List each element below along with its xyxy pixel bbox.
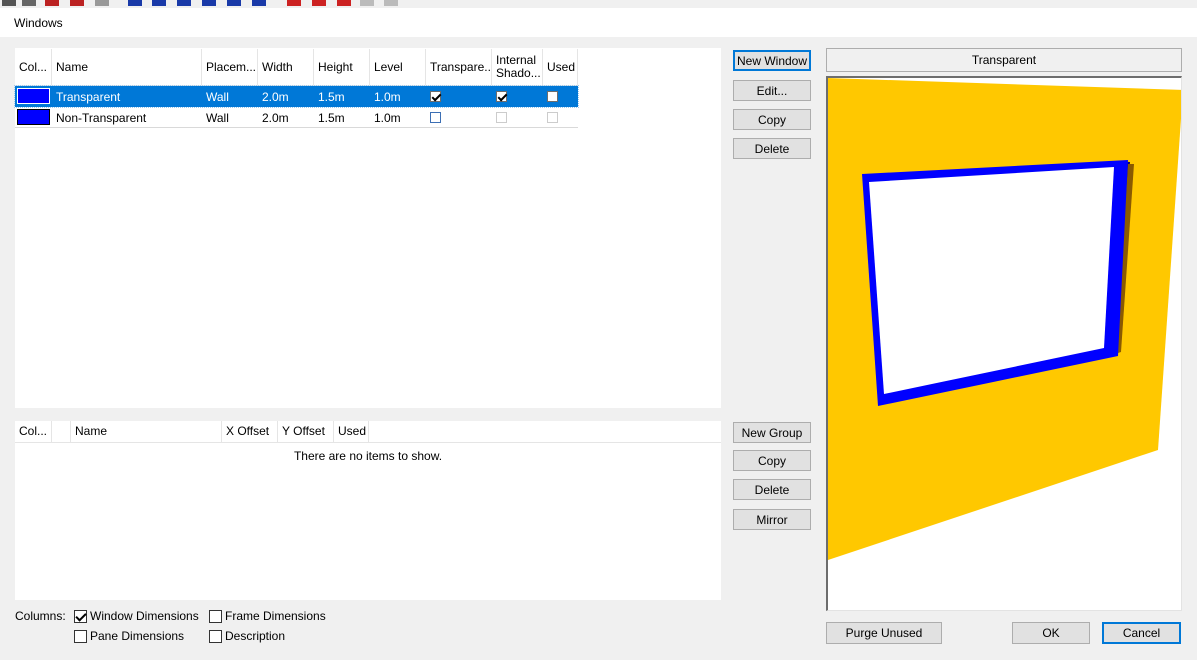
copy-window-button[interactable]: Copy — [733, 109, 811, 130]
row-level: 1.0m — [374, 110, 401, 125]
row-placement: Wall — [206, 110, 229, 125]
column-header-used[interactable]: Used — [334, 421, 369, 442]
column-header-transparent[interactable]: Transpare... — [426, 49, 492, 85]
toolbar-icon[interactable] — [384, 0, 398, 6]
toolbar-icon[interactable] — [2, 0, 16, 6]
windows-list[interactable]: Col... Name Placem... Width Height Level… — [14, 48, 721, 408]
delete-group-button[interactable]: Delete — [733, 479, 811, 500]
toolbar-icon[interactable] — [152, 0, 166, 6]
column-header-blank[interactable] — [52, 421, 71, 442]
transparent-checkbox[interactable] — [430, 112, 441, 123]
cancel-button[interactable]: Cancel — [1102, 622, 1181, 644]
pane-dimensions-label: Pane Dimensions — [90, 629, 185, 643]
column-header-placement[interactable]: Placem... — [202, 49, 258, 85]
color-swatch — [17, 88, 50, 104]
description-option[interactable]: Description — [209, 629, 285, 643]
toolbar-icon[interactable] — [22, 0, 36, 6]
pane-dimensions-option[interactable]: Pane Dimensions — [74, 629, 184, 643]
dialog-title: Windows — [14, 16, 63, 30]
toolbar-icon[interactable] — [360, 0, 374, 6]
toolbar-icon[interactable] — [337, 0, 351, 6]
dialog-edge — [1189, 40, 1197, 660]
row-width: 2.0m — [262, 89, 289, 104]
delete-window-button[interactable]: Delete — [733, 138, 811, 159]
frame-dimensions-checkbox[interactable] — [209, 609, 222, 623]
column-header-name[interactable]: Name — [52, 49, 202, 85]
ok-button[interactable]: OK — [1012, 622, 1090, 644]
toolbar-icon[interactable] — [312, 0, 326, 6]
window-preview[interactable] — [826, 76, 1182, 611]
toolbar-icon[interactable] — [70, 0, 84, 6]
column-header-level[interactable]: Level — [370, 49, 426, 85]
row-name: Non-Transparent — [56, 110, 147, 125]
dialog-title-bar: Windows — [0, 8, 1197, 38]
frame-dimensions-option[interactable]: Frame Dimensions — [209, 609, 326, 623]
row-name: Transparent — [56, 89, 121, 104]
toolbar-icon[interactable] — [287, 0, 301, 6]
row-placement: Wall — [206, 89, 229, 104]
windows-list-header: Col... Name Placem... Width Height Level… — [15, 49, 578, 86]
column-header-color[interactable]: Col... — [15, 49, 52, 85]
column-header-x-offset[interactable]: X Offset — [222, 421, 278, 442]
used-checkbox — [547, 112, 558, 123]
preview-title: Transparent — [826, 48, 1182, 72]
edit-window-button[interactable]: Edit... — [733, 80, 811, 101]
toolbar-icon[interactable] — [95, 0, 109, 6]
new-group-button[interactable]: New Group — [733, 422, 811, 443]
row-level: 1.0m — [374, 89, 401, 104]
used-checkbox — [547, 91, 558, 102]
column-header-width[interactable]: Width — [258, 49, 314, 85]
description-checkbox[interactable] — [209, 629, 222, 643]
empty-list-message: There are no items to show. — [293, 449, 443, 463]
pane-dimensions-checkbox[interactable] — [74, 629, 87, 643]
mirror-group-button[interactable]: Mirror — [733, 509, 811, 530]
transparent-checkbox[interactable] — [430, 91, 441, 102]
groups-list[interactable]: Col... Name X Offset Y Offset Used There… — [15, 421, 721, 600]
column-header-used[interactable]: Used — [543, 49, 578, 85]
toolbar-icon[interactable] — [202, 0, 216, 6]
row-height: 1.5m — [318, 89, 345, 104]
column-header-name[interactable]: Name — [71, 421, 222, 442]
column-header-height[interactable]: Height — [314, 49, 370, 85]
toolbar-icon[interactable] — [227, 0, 241, 6]
row-height: 1.5m — [318, 110, 345, 125]
columns-label: Columns: — [15, 609, 66, 623]
frame-dimensions-label: Frame Dimensions — [225, 609, 326, 623]
color-swatch — [17, 109, 50, 125]
groups-list-header: Col... Name X Offset Y Offset Used — [15, 421, 721, 443]
window-dimensions-label: Window Dimensions — [90, 609, 199, 623]
toolbar-icon[interactable] — [252, 0, 266, 6]
table-row[interactable]: Non-Transparent Wall 2.0m 1.5m 1.0m — [15, 107, 578, 128]
toolbar-strip — [0, 0, 1197, 8]
toolbar-icon[interactable] — [45, 0, 59, 6]
window-dimensions-option[interactable]: Window Dimensions — [74, 609, 199, 623]
column-header-internal-shadow[interactable]: Internal Shado... — [492, 49, 543, 85]
new-window-button[interactable]: New Window — [733, 50, 811, 71]
toolbar-icon[interactable] — [128, 0, 142, 6]
internal-shadow-checkbox[interactable] — [496, 91, 507, 102]
window-dimensions-checkbox[interactable] — [74, 609, 87, 623]
purge-unused-button[interactable]: Purge Unused — [826, 622, 942, 644]
row-width: 2.0m — [262, 110, 289, 125]
copy-group-button[interactable]: Copy — [733, 450, 811, 471]
internal-shadow-checkbox — [496, 112, 507, 123]
toolbar-icon[interactable] — [177, 0, 191, 6]
column-header-color[interactable]: Col... — [15, 421, 52, 442]
description-label: Description — [225, 629, 286, 643]
table-row[interactable]: Transparent Wall 2.0m 1.5m 1.0m — [14, 85, 579, 108]
window-preview-render — [828, 78, 1181, 560]
column-header-y-offset[interactable]: Y Offset — [278, 421, 334, 442]
